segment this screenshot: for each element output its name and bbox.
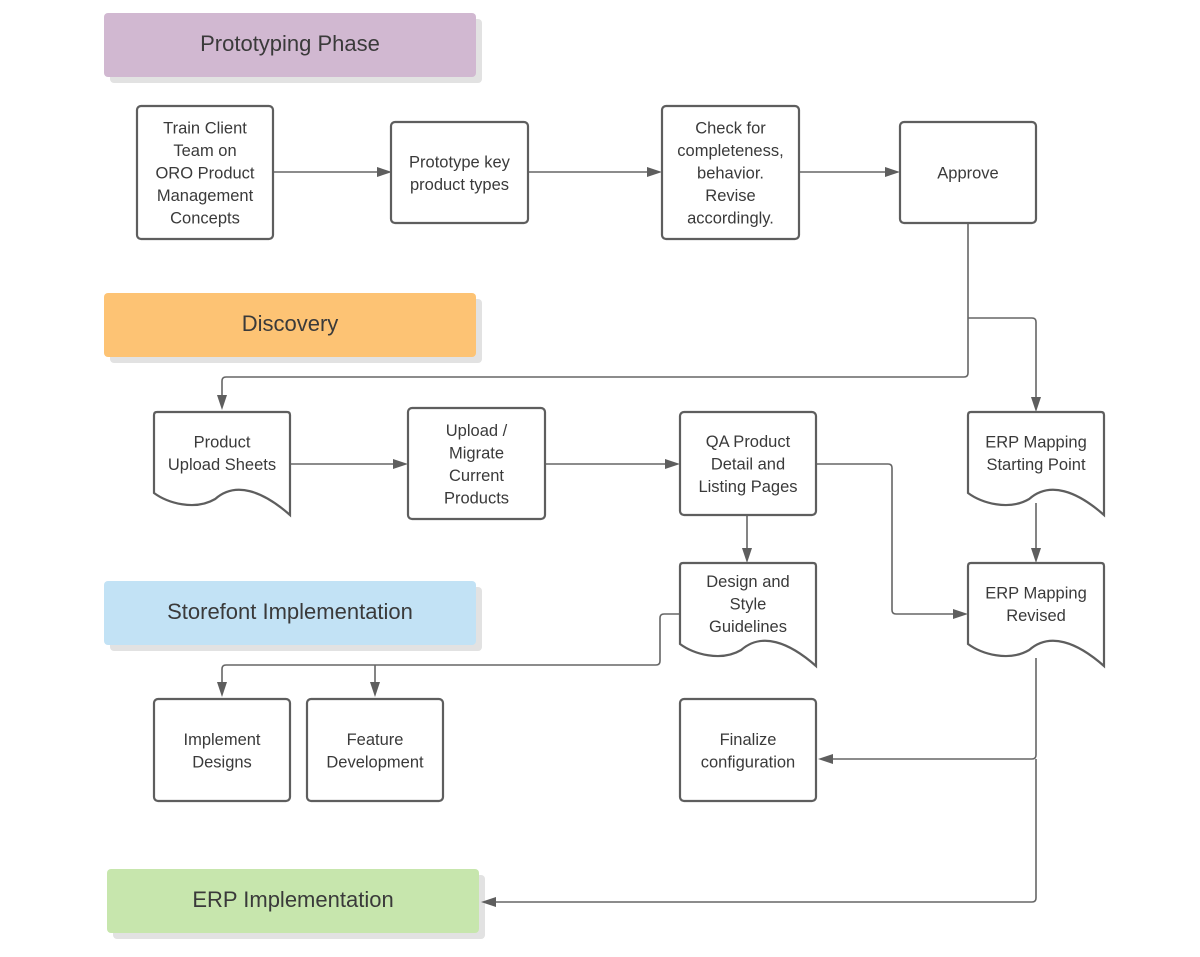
arrowhead-icon: [217, 682, 227, 697]
node-label-line: Detail and: [711, 456, 785, 474]
node-implement-designs[interactable]: Implement Designs: [152, 697, 292, 803]
node-label-line: Upload Sheets: [168, 456, 276, 474]
node-label-line: Prototype key: [409, 153, 511, 171]
node-finalize[interactable]: Finalize configuration: [678, 697, 818, 803]
edge-qa-to-erp-revised: [816, 463, 958, 615]
phase-banner-prototyping[interactable]: Prototyping Phase: [104, 13, 482, 83]
arrowhead-icon: [377, 167, 392, 177]
node-label-line: Guidelines: [709, 618, 787, 636]
arrowhead-icon: [647, 167, 662, 177]
node-label-line: configuration: [701, 753, 795, 771]
edge-erp-revised-to-finalize: [828, 658, 1037, 760]
node-label-line: Implement: [183, 731, 260, 749]
flowchart-canvas: Prototyping Phase Discovery Storefont Im…: [104, 13, 1106, 939]
process-shape: [678, 697, 818, 803]
edge-approve-to-erp-start: [968, 317, 1037, 400]
node-label-line: Upload /: [446, 422, 508, 440]
node-qa[interactable]: QA Product Detail and Listing Pages: [678, 410, 818, 517]
arrowhead-icon: [393, 459, 408, 469]
node-label-line: Style: [730, 596, 767, 614]
node-label-line: Management: [157, 187, 254, 205]
node-feature-dev[interactable]: Feature Development: [305, 697, 445, 803]
phase-label-erp: ERP Implementation: [192, 887, 393, 912]
node-label-line: Team on: [173, 142, 236, 160]
node-erp-start[interactable]: ERP Mapping Starting Point: [966, 410, 1106, 518]
node-label-line: Check for: [695, 120, 766, 138]
node-label-line: Migrate: [449, 444, 504, 462]
phase-label-storefront: Storefont Implementation: [167, 599, 413, 624]
node-label-line: Approve: [937, 165, 998, 183]
node-label-line: accordingly.: [687, 210, 774, 228]
node-label-line: ERP Mapping: [985, 584, 1087, 602]
phase-banner-storefront[interactable]: Storefont Implementation: [104, 581, 482, 651]
node-label-line: product types: [410, 176, 509, 194]
process-shape: [389, 120, 530, 225]
phase-label-prototyping: Prototyping Phase: [200, 31, 380, 56]
node-label-line: Current: [449, 467, 504, 485]
node-migrate[interactable]: Upload / Migrate Current Products: [406, 406, 547, 521]
arrowhead-icon: [1031, 548, 1041, 563]
node-label-line: Designs: [192, 753, 252, 771]
node-label-line: Concepts: [170, 210, 240, 228]
process-shape: [305, 697, 445, 803]
arrowhead-icon: [953, 609, 968, 619]
arrowhead-icon: [742, 548, 752, 563]
node-label-line: ERP Mapping: [985, 433, 1087, 451]
node-label-line: Train Client: [163, 120, 247, 138]
arrowhead-icon: [818, 754, 833, 764]
arrowhead-icon: [885, 167, 900, 177]
process-shape: [152, 697, 292, 803]
node-label-line: behavior.: [697, 165, 764, 183]
node-erp-revised[interactable]: ERP Mapping Revised: [966, 561, 1106, 669]
node-label-line: Finalize: [720, 731, 777, 749]
phase-label-discovery: Discovery: [242, 311, 339, 336]
node-label-line: Development: [326, 753, 424, 771]
node-label-line: QA Product: [706, 433, 791, 451]
node-upload-sheets[interactable]: Product Upload Sheets: [152, 410, 292, 518]
node-label-line: ORO Product: [155, 165, 254, 183]
node-label-line: Revise: [705, 187, 755, 205]
arrowhead-icon: [217, 395, 227, 410]
node-label-line: Listing Pages: [698, 478, 797, 496]
node-label-line: Revised: [1006, 607, 1066, 625]
node-label-line: Product: [194, 433, 251, 451]
node-approve[interactable]: Approve: [898, 120, 1038, 225]
arrowhead-icon: [665, 459, 680, 469]
node-check[interactable]: Check for completeness, behavior. Revise acc…: [660, 104, 801, 241]
phase-banner-discovery[interactable]: Discovery: [104, 293, 482, 363]
node-label-line: completeness,: [677, 142, 783, 160]
node-prototype[interactable]: Prototype key product types: [389, 120, 530, 225]
arrowhead-icon: [1031, 397, 1041, 412]
node-label-line: Products: [444, 489, 509, 507]
phase-banner-erp[interactable]: ERP Implementation: [107, 869, 485, 939]
arrowhead-icon: [370, 682, 380, 697]
node-train[interactable]: Train Client Team on ORO Product Management…: [135, 104, 275, 241]
node-label-line: Starting Point: [986, 456, 1085, 474]
node-label-line: Design and: [706, 573, 789, 591]
node-label-line: Feature: [347, 731, 404, 749]
node-design-guidelines[interactable]: Design and Style Guidelines: [678, 561, 818, 669]
